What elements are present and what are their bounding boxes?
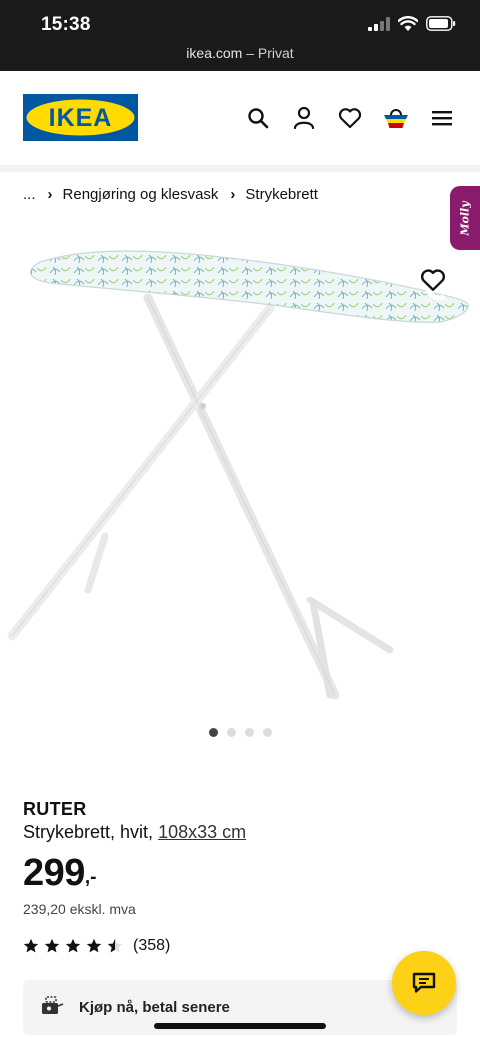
battery-icon bbox=[426, 16, 456, 36]
assistant-tab-label: Molly bbox=[458, 200, 472, 236]
product-image[interactable] bbox=[0, 240, 480, 710]
breadcrumb-ellipsis[interactable]: ... bbox=[23, 186, 36, 203]
carousel-dot[interactable] bbox=[226, 728, 236, 737]
product-name: RUTER bbox=[23, 799, 87, 819]
breadcrumb-item-ironing-boards[interactable]: Strykebrett bbox=[245, 186, 318, 203]
half-star-icon bbox=[107, 938, 123, 953]
basket-icon[interactable] bbox=[382, 104, 410, 132]
favorite-button[interactable] bbox=[420, 268, 446, 294]
cellular-signal-icon bbox=[368, 16, 390, 36]
search-icon[interactable] bbox=[244, 104, 272, 132]
header-divider bbox=[0, 165, 480, 172]
price-suffix: ,- bbox=[84, 867, 97, 888]
star-icon bbox=[65, 938, 81, 953]
product-type: Strykebrett, hvit, bbox=[23, 822, 154, 842]
status-icons bbox=[368, 16, 456, 36]
price-value: 299 bbox=[23, 852, 85, 894]
carousel-dot[interactable] bbox=[208, 728, 218, 737]
url-host: ikea.com bbox=[186, 45, 243, 61]
product-dimensions-link[interactable]: 108x33 cm bbox=[158, 822, 246, 842]
logo-text: IKEA bbox=[49, 104, 113, 132]
carousel-indicator bbox=[0, 728, 480, 737]
chevron-right-icon: › bbox=[47, 186, 53, 203]
star-icon bbox=[44, 938, 60, 953]
home-indicator bbox=[154, 1023, 326, 1029]
account-icon[interactable] bbox=[290, 104, 318, 132]
status-time: 15:38 bbox=[41, 14, 91, 35]
product-rating[interactable]: (358) bbox=[23, 937, 170, 955]
carousel-dot[interactable] bbox=[262, 728, 272, 737]
status-bar: 15:38 ikea.com – Privat bbox=[0, 0, 480, 71]
wifi-icon bbox=[397, 16, 419, 36]
header-icons bbox=[244, 104, 456, 132]
url-mode: – Privat bbox=[246, 45, 294, 61]
ikea-logo[interactable]: IKEA bbox=[23, 94, 138, 141]
site-header: IKEA bbox=[0, 71, 480, 165]
product-description: Strykebrett, hvit, 108x33 cm bbox=[23, 822, 246, 843]
chevron-right-icon: › bbox=[230, 186, 236, 203]
heart-icon[interactable] bbox=[336, 104, 364, 132]
breadcrumb-item-cleaning[interactable]: Rengjøring og klesvask bbox=[63, 186, 219, 203]
star-icon bbox=[86, 938, 102, 953]
menu-icon[interactable] bbox=[428, 104, 456, 132]
chat-icon bbox=[412, 972, 436, 993]
star-icon bbox=[23, 938, 39, 953]
rating-count: (358) bbox=[133, 937, 171, 954]
rating-stars bbox=[23, 938, 123, 954]
installment-icon bbox=[39, 994, 65, 1021]
breadcrumb: ... › Rengjøring og klesvask › Strykebre… bbox=[23, 186, 318, 203]
chat-button[interactable] bbox=[392, 951, 456, 1015]
heart-outline-icon bbox=[420, 269, 446, 291]
url-bar[interactable]: ikea.com – Privat bbox=[0, 45, 480, 61]
product-price: 299 ,- bbox=[23, 851, 97, 895]
price-excl-vat: 239,20 ekskl. mva bbox=[23, 901, 136, 917]
carousel-dot[interactable] bbox=[244, 728, 254, 737]
bnpl-label: Kjøp nå, betal senere bbox=[79, 999, 230, 1016]
